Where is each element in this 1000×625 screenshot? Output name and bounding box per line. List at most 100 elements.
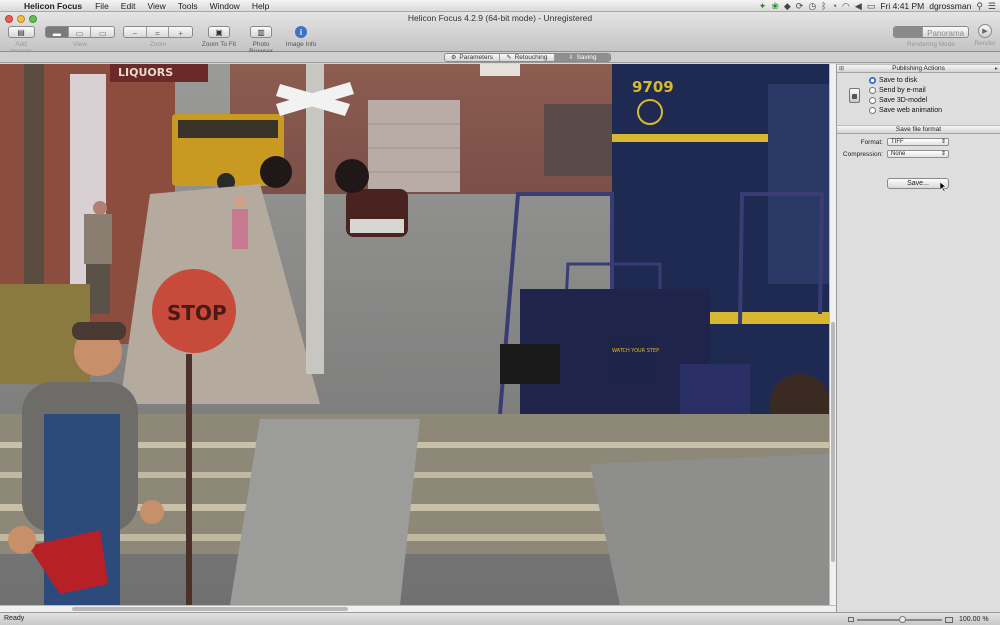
pencil-icon: ✎ <box>506 55 512 61</box>
file-format-section: Format: TIFF ⇕ Compression: None ⇕ Save... <box>837 134 1000 194</box>
horizontal-scroll-thumb[interactable] <box>72 607 348 611</box>
paw-icon[interactable]: ✦ <box>759 1 767 12</box>
add-images-icon: ▤ <box>7 26 35 38</box>
compression-select[interactable]: None ⇕ <box>887 150 949 158</box>
view-control[interactable]: ▬ ▭ ▭ View <box>44 26 116 48</box>
stop-sign: STOP <box>167 301 227 325</box>
list-icon[interactable]: ☰ <box>988 1 996 12</box>
menubar-user[interactable]: dgrossman <box>929 1 971 11</box>
window-toolbar: Helicon Focus 4.2.9 (64-bit mode) - Unre… <box>0 12 1000 55</box>
radio-save-3d[interactable]: Save 3D-model <box>869 97 927 104</box>
battery-icon[interactable]: ▭ <box>867 1 876 12</box>
save-to-disk-label: Save to disk <box>879 77 918 84</box>
view-single-icon[interactable]: ▬ <box>46 27 69 37</box>
close-panel-icon[interactable]: ▸ <box>995 65 998 73</box>
tab-saving[interactable]: ⇩ Saving <box>555 54 610 61</box>
rendering-mode-value[interactable]: Panorama <box>923 27 968 38</box>
radio-selected-icon[interactable] <box>869 77 876 84</box>
tab-bar: ⚙ Parameters ✎ Retouching ⇩ Saving <box>0 52 1000 63</box>
tab-saving-label: Saving <box>576 54 597 61</box>
add-images-button[interactable]: ▤ Add Images <box>4 26 38 55</box>
publishing-actions-header: ⊞ Publishing Actions ▸ <box>837 64 1000 73</box>
pin-icon[interactable]: ⊞ <box>839 65 844 73</box>
zoom-slider[interactable] <box>857 615 942 623</box>
sync-icon[interactable]: ⟳ <box>796 1 804 12</box>
image-info-button[interactable]: i Image Info <box>284 26 318 48</box>
wifi-icon[interactable]: ◠ <box>842 1 850 12</box>
liquors-sign: LIQUORS <box>118 66 173 79</box>
gear-icon: ⚙ <box>451 55 457 61</box>
radio-icon[interactable] <box>869 87 876 94</box>
spotlight-icon[interactable]: ⚲ <box>976 1 983 12</box>
format-value: TIFF <box>891 139 904 145</box>
tab-parameters-label: Parameters <box>459 54 493 61</box>
status-text: Ready <box>4 615 25 622</box>
stepper-icon: ⇕ <box>940 139 946 145</box>
zoom-to-fit-label: Zoom To Fit <box>201 41 237 48</box>
timer-icon[interactable]: ◷ <box>808 1 816 12</box>
zoom-out-icon[interactable]: − <box>124 27 147 37</box>
zoom-control[interactable]: − = + Zoom <box>122 26 194 48</box>
rendering-mode-indicator[interactable] <box>894 27 924 37</box>
stepper-icon: ⇕ <box>940 151 946 157</box>
zoom-to-fit-button[interactable]: ▣ Zoom To Fit <box>200 26 238 48</box>
publishing-actions: Save to disk Send by e-mail Save 3D-mode… <box>837 73 1000 125</box>
radio-save-web-animation[interactable]: Save web animation <box>869 107 942 114</box>
zoom-large-icon[interactable] <box>945 616 953 623</box>
vertical-scroll-thumb[interactable] <box>831 322 835 562</box>
zoom-slider-knob[interactable] <box>899 615 906 623</box>
zoom-small-icon[interactable] <box>848 617 854 622</box>
radio-icon[interactable] <box>869 107 876 114</box>
photo-browser-button[interactable]: ▥ Photo Browser <box>240 26 282 55</box>
view-split-icon[interactable]: ▭ <box>69 27 92 37</box>
publishing-actions-title: Publishing Actions <box>892 65 945 72</box>
status-bar: Ready 100.00 % <box>0 612 1000 625</box>
volume-icon[interactable]: ◀ <box>855 1 862 12</box>
menu-file[interactable]: File <box>89 1 115 11</box>
info-icon: i <box>295 26 307 38</box>
radio-icon[interactable] <box>869 97 876 104</box>
zoom-percent: 100.00 % <box>959 616 989 623</box>
evernote-icon[interactable]: ❀ <box>771 1 779 12</box>
zoom-in-icon[interactable]: + <box>169 27 192 38</box>
disk-icon <box>849 88 860 103</box>
format-select[interactable]: TIFF ⇕ <box>887 138 949 146</box>
zoom-slider-control[interactable]: 100.00 % <box>848 615 989 623</box>
tab-parameters[interactable]: ⚙ Parameters <box>445 54 500 61</box>
horizontal-scrollbar[interactable] <box>0 605 836 612</box>
save-3d-label: Save 3D-model <box>879 97 928 104</box>
compression-label: Compression: <box>842 150 883 158</box>
radio-send-email[interactable]: Send by e-mail <box>869 87 926 94</box>
window-title: Helicon Focus 4.2.9 (64-bit mode) - Unre… <box>407 13 593 23</box>
zoom-reset-icon[interactable]: = <box>147 27 170 37</box>
menu-view[interactable]: View <box>141 1 171 11</box>
view-label: View <box>73 41 87 48</box>
render-button[interactable]: ▶ Render <box>972 24 998 47</box>
menu-edit[interactable]: Edit <box>115 1 142 11</box>
save-icon: ⇩ <box>568 55 574 61</box>
zoom-to-fit-icon: ▣ <box>208 26 230 38</box>
zoom-label: Zoom <box>149 41 167 48</box>
play-icon: ▶ <box>978 24 992 38</box>
menubar-clock[interactable]: Fri 4:41 PM <box>880 1 924 11</box>
compression-value: None <box>891 151 906 157</box>
save-file-format-header: Save file format <box>837 125 1000 134</box>
menu-tools[interactable]: Tools <box>172 1 204 11</box>
menu-help[interactable]: Help <box>246 1 275 11</box>
rendering-mode-control[interactable]: Panorama Rendering Mode <box>892 26 970 48</box>
view-dual-icon[interactable]: ▭ <box>91 27 114 38</box>
app-menu[interactable]: Helicon Focus <box>22 1 89 11</box>
render-label: Render <box>974 40 996 47</box>
image-canvas[interactable]: LIQUORS 9709 WATCH YOUR STEP STOP <box>0 64 829 605</box>
radio-save-to-disk[interactable]: Save to disk <box>869 77 917 84</box>
menu-window[interactable]: Window <box>204 1 246 11</box>
dropbox-icon[interactable]: ◆ <box>784 1 791 12</box>
timemachine-icon[interactable]: ◔ <box>832 1 837 11</box>
bluetooth-icon[interactable]: ᛒ <box>821 1 826 11</box>
save-file-format-title: Save file format <box>895 126 942 133</box>
save-web-animation-label: Save web animation <box>879 107 943 114</box>
tab-retouching[interactable]: ✎ Retouching <box>500 54 555 61</box>
menu-bar: Helicon Focus File Edit View Tools Windo… <box>0 0 1000 12</box>
mouse-cursor-icon <box>940 182 947 192</box>
vertical-scrollbar[interactable] <box>829 64 836 605</box>
